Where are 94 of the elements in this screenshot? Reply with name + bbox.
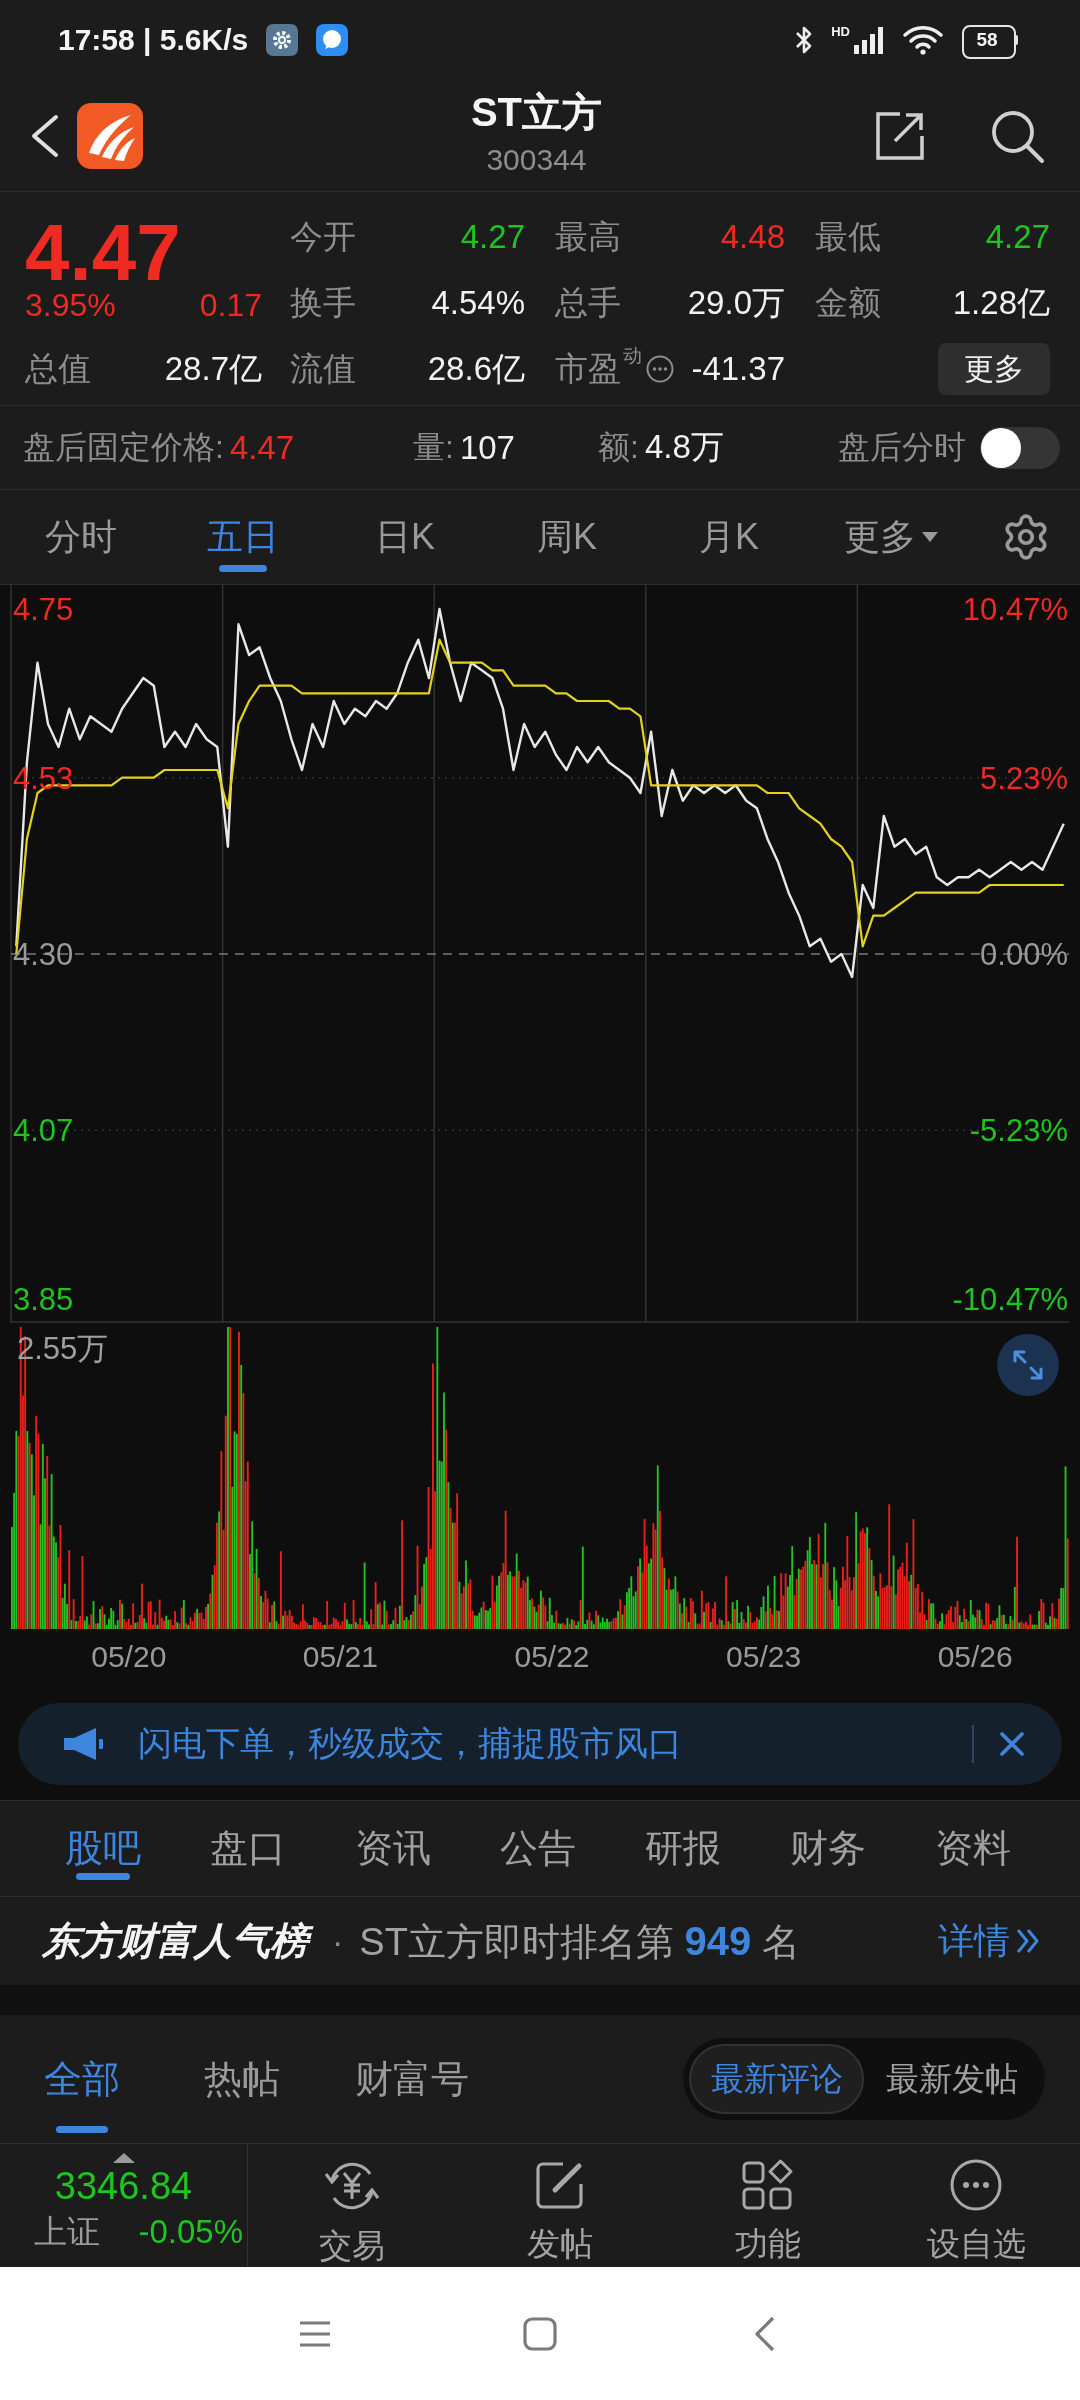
toggle-switch[interactable] [980, 426, 1060, 469]
toolbar-button[interactable]: 发帖 [456, 2144, 664, 2267]
change-amount: 0.17 [199, 289, 262, 321]
chart-tab[interactable]: 五日 [162, 490, 324, 584]
price-axis-label: 3.85 [13, 1282, 74, 1317]
price-axis-label: 4.75 [13, 592, 74, 627]
stat-value: 4.54% [431, 283, 525, 323]
after-hours-value: 4.8万 [644, 427, 724, 467]
stat-value: 1.28亿 [952, 283, 1050, 323]
stat-value: 4.48 [720, 217, 785, 257]
section-tab[interactable]: 资料 [900, 1801, 1045, 1896]
percent-axis-label: 10.47% [962, 592, 1068, 627]
toolbar-button[interactable]: 交易 [248, 2144, 456, 2267]
separator-dot: · [332, 1921, 344, 1961]
menu-icon[interactable] [299, 2320, 331, 2347]
chat-bubble-icon [316, 24, 349, 56]
ranking-text: ST立方即时排名第 949 名 [359, 1917, 800, 1965]
index-change: -0.05% [138, 2212, 243, 2252]
chart-tab[interactable]: 月K [648, 490, 810, 584]
gear-icon [266, 24, 299, 56]
expand-icon [1011, 1348, 1045, 1382]
promo-banner[interactable]: 闪电下单，秒级成交，捕捉股市风口 [18, 1703, 1062, 1785]
banner-text: 闪电下单，秒级成交，捕捉股市风口 [138, 1723, 683, 1764]
post-tab[interactable]: 全部 [22, 2015, 142, 2143]
section-tab[interactable]: 盘口 [175, 1801, 320, 1896]
after-hours-value: 4.47 [229, 428, 295, 467]
after-hours-value: 107 [459, 428, 515, 467]
section-tab[interactable]: 研报 [610, 1801, 755, 1896]
apps-grid-icon [741, 2158, 795, 2212]
stat-value: 4.27 [460, 217, 525, 257]
percent-axis-label: 0.00% [980, 937, 1068, 972]
toggle-label: 盘后分时 [838, 427, 966, 467]
after-hours-label: 量: [413, 427, 454, 467]
after-hours-label: 额: [598, 427, 639, 467]
stat-label: 今开 [290, 217, 356, 257]
price-axis-label: 4.07 [13, 1113, 74, 1149]
after-hours-label: 盘后固定价格: [23, 427, 224, 467]
megaphone-icon [62, 1727, 104, 1761]
change-percent: 3.95% [25, 289, 116, 321]
stat-label: 总值 [25, 349, 91, 389]
network-type-label: HD [831, 25, 850, 39]
percent-axis-label: 5.23% [980, 760, 1068, 796]
date-axis-label: 05/21 [302, 1640, 378, 1673]
stat-label: 金额 [815, 283, 881, 323]
stat-value: -41.37 [691, 349, 785, 389]
date-axis-label: 05/26 [937, 1640, 1013, 1673]
ellipsis-circle-icon[interactable] [646, 355, 674, 383]
index-name: 上证 [34, 2212, 100, 2252]
index-value: 3346.84 [54, 2164, 193, 2209]
ranking-title: 东方财富人气榜 [38, 1915, 316, 1967]
stat-label: 总手 [555, 283, 621, 323]
caret-icon [922, 532, 938, 542]
status-time-speed: 17:58 | 5.6K/s [58, 23, 249, 57]
section-tab[interactable]: 资讯 [320, 1801, 465, 1896]
section-tab[interactable]: 股吧 [30, 1801, 175, 1896]
bluetooth-icon [795, 24, 814, 56]
stat-label: 流值 [290, 349, 356, 389]
stat-label: 最低 [815, 217, 881, 257]
toolbar-button[interactable]: 功能 [664, 2144, 872, 2267]
date-axis-label: 05/20 [91, 1640, 167, 1673]
sort-option[interactable]: 最新评论 [689, 2044, 864, 2114]
stock-name: ST立方 [470, 88, 603, 136]
date-axis-label: 05/23 [726, 1640, 802, 1673]
post-tab[interactable]: 热帖 [182, 2015, 302, 2143]
percent-axis-label: -5.23% [969, 1113, 1068, 1149]
more-circle-icon [949, 2158, 1003, 2212]
section-tab[interactable]: 财务 [755, 1801, 900, 1896]
wifi-icon [902, 25, 944, 55]
stat-value: 4.27 [985, 217, 1050, 257]
app-logo [77, 102, 143, 169]
signal-icon [854, 26, 884, 54]
stock-code: 300344 [486, 141, 587, 178]
home-icon[interactable] [523, 2316, 557, 2351]
stat-label: 市盈$^{动}$ [555, 347, 642, 389]
chart-tab[interactable]: 周K [486, 490, 648, 584]
details-link[interactable]: 详情 [938, 1916, 1042, 1966]
sort-option[interactable]: 最新发帖 [864, 2044, 1039, 2114]
caret-icon [112, 2153, 135, 2163]
stat-value: 29.0万 [687, 283, 785, 323]
reference-line-label: 4.30 [13, 937, 74, 972]
chart-tab[interactable]: 更多 [810, 490, 972, 584]
post-tab[interactable]: 财富号 [342, 2015, 482, 2143]
current-price: 4.47 [25, 217, 182, 289]
chart-tab[interactable]: 分时 [0, 490, 162, 584]
stat-value: 28.7亿 [164, 349, 262, 389]
toolbar-button[interactable]: 设自选 [872, 2144, 1080, 2267]
section-tab[interactable]: 公告 [465, 1801, 610, 1896]
more-button[interactable]: 更多 [938, 343, 1050, 395]
percent-axis-label: -10.47% [952, 1282, 1068, 1317]
chart-tab[interactable]: 日K [324, 490, 486, 584]
stat-value: 28.6亿 [427, 349, 525, 389]
stat-label: 换手 [290, 283, 356, 323]
stat-label: 最高 [555, 217, 621, 257]
date-axis-label: 05/22 [514, 1640, 590, 1673]
